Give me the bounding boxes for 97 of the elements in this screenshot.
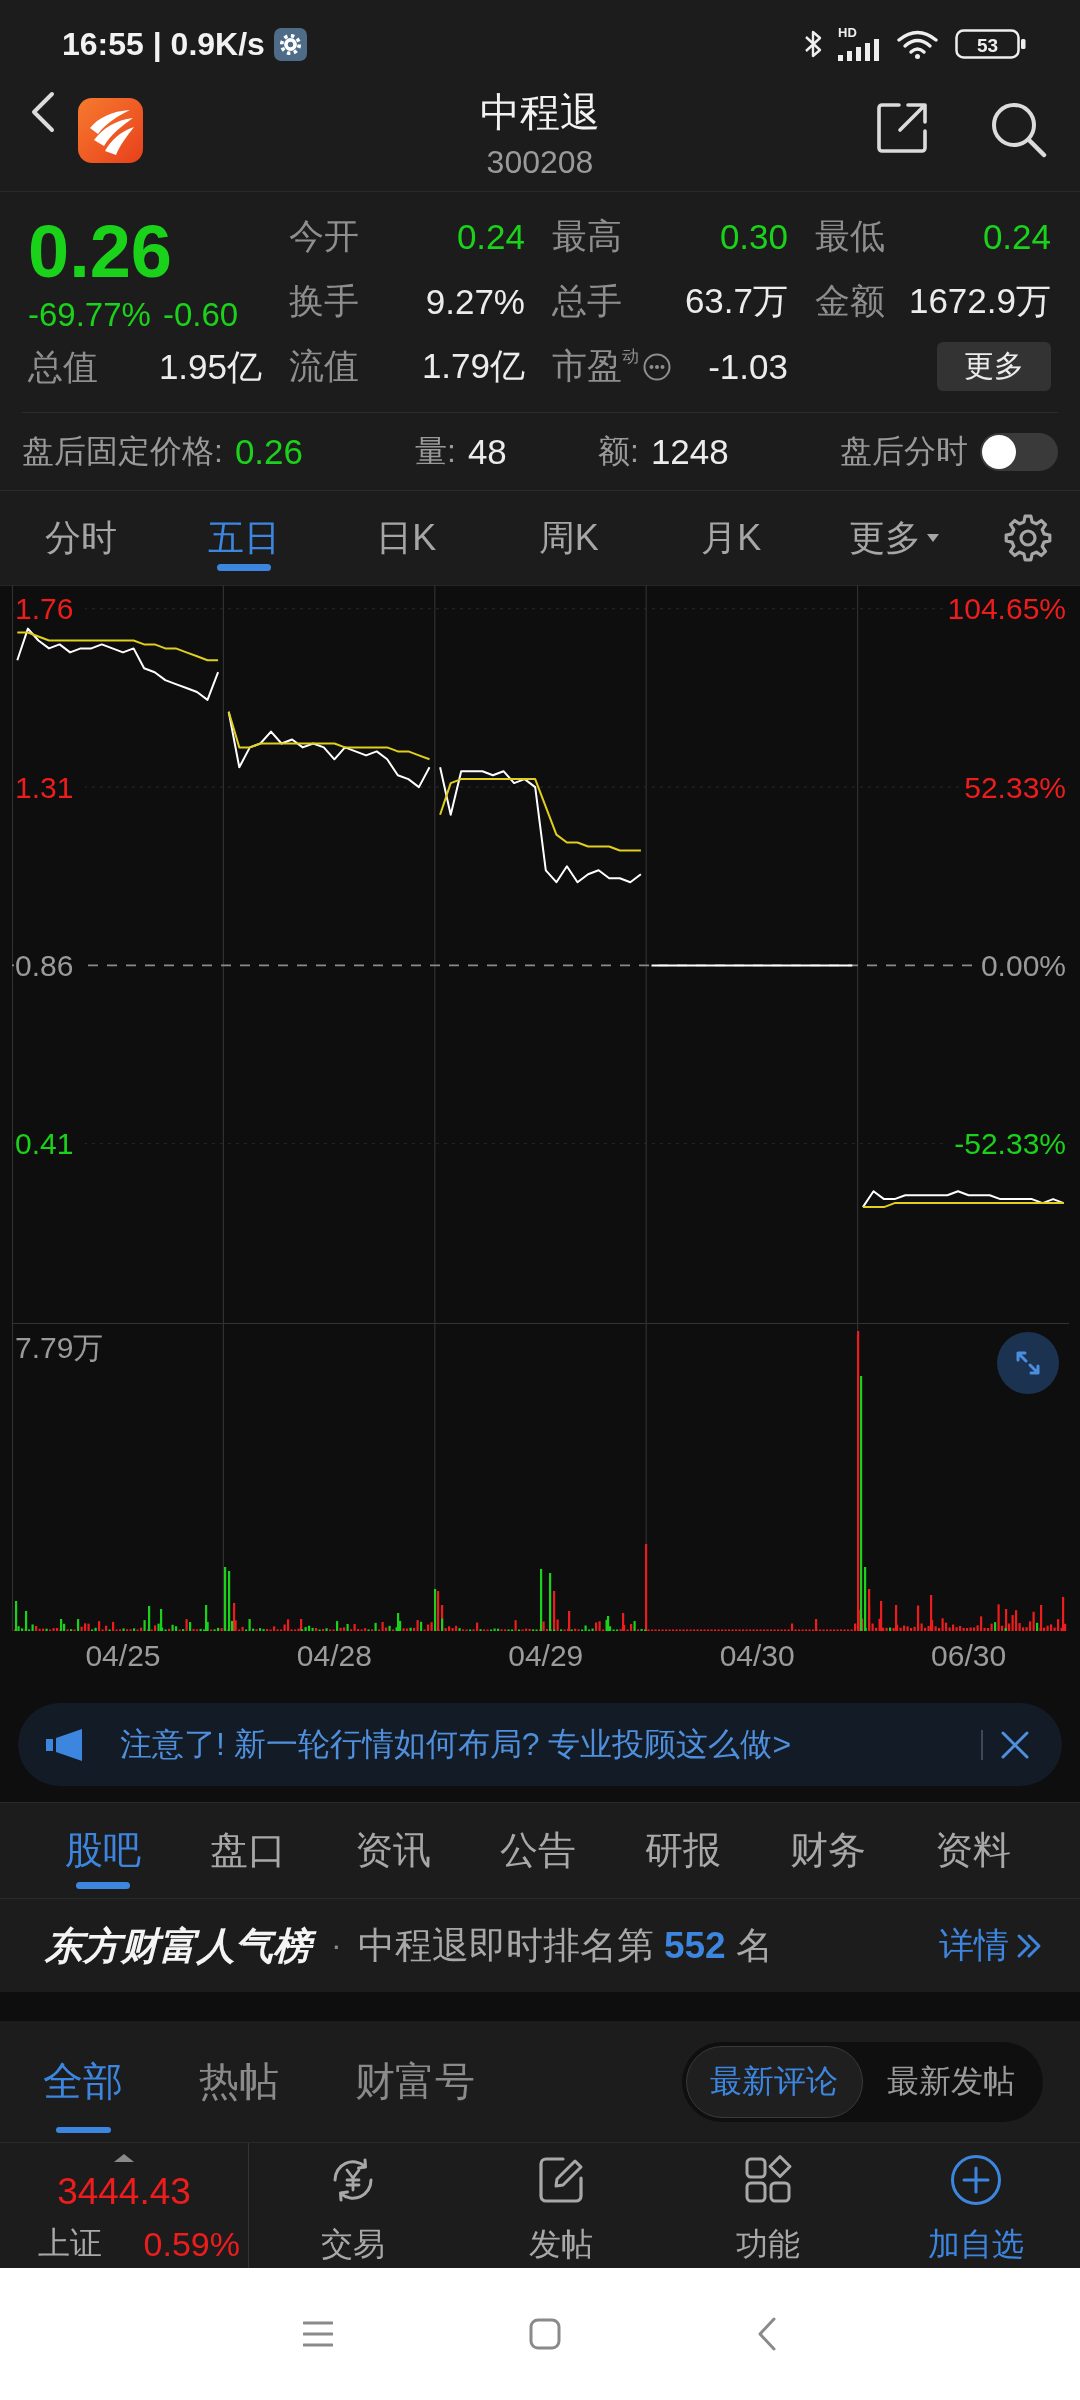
y-axis-tick-label: 1.31 <box>15 770 74 804</box>
stat-label: 最低 <box>815 215 885 257</box>
bluetooth-icon <box>804 29 822 59</box>
sort-option[interactable]: 最新评论 <box>686 2045 863 2118</box>
stat-value: -1.03 <box>708 346 788 387</box>
stat-label: 今开 <box>289 215 359 257</box>
wifi-icon <box>896 29 939 59</box>
percent-label: 104.65% <box>947 592 1066 626</box>
separator-dot: · <box>331 1927 342 1964</box>
timeframe-tab[interactable]: 月K <box>697 491 766 585</box>
add-watchlist-button[interactable]: 加自选 <box>922 2143 1031 2268</box>
post-tab[interactable]: 热帖 <box>199 2021 279 2142</box>
stock-name: 中程退 <box>480 89 600 136</box>
percent-label: 52.33% <box>964 770 1066 804</box>
y-axis-tick-label: 0.86 <box>15 948 74 982</box>
change-percent: -69.77% <box>28 296 151 334</box>
date-label: 04/25 <box>85 1638 161 1672</box>
date-label: 04/30 <box>719 1638 795 1672</box>
percent-label: 0.00% <box>980 948 1066 982</box>
trade-button[interactable]: 交易 <box>314 2143 391 2268</box>
home-icon[interactable] <box>529 2318 561 2350</box>
timeframe-tab[interactable]: 日K <box>372 491 441 585</box>
after-hours-price-label: 盘后固定价格: <box>22 431 223 471</box>
battery-icon <box>955 29 1026 59</box>
section-tab[interactable]: 股吧 <box>60 1803 145 1898</box>
stat-value: 1672.9万 <box>908 280 1051 322</box>
stat-value: 0.30 <box>719 216 788 257</box>
section-tab[interactable]: 资讯 <box>350 1803 435 1898</box>
stat-label: 流值 <box>289 345 359 387</box>
section-tab[interactable]: 财务 <box>785 1803 870 1898</box>
signal-icon <box>838 39 880 61</box>
section-tab[interactable]: 公告 <box>495 1803 580 1898</box>
timeframe-tab[interactable]: 分时 <box>41 491 122 585</box>
y-axis-tick-label: 1.76 <box>15 592 74 626</box>
timeframe-tab[interactable]: 五日 <box>203 491 284 585</box>
stat-value: 63.7万 <box>684 280 788 322</box>
after-hours-amount: 1248 <box>650 431 729 472</box>
section-tab[interactable]: 资料 <box>930 1803 1015 1898</box>
stat-value: 9.27% <box>425 281 525 322</box>
network-type-label: HD <box>838 27 857 39</box>
section-tab[interactable]: 盘口 <box>205 1803 290 1898</box>
double-chevron-icon <box>1015 1932 1043 1959</box>
after-hours-volume-label: 量: <box>415 431 456 471</box>
stat-value: 0.24 <box>982 216 1051 257</box>
stat-label: 最高 <box>552 215 622 257</box>
ranking-text: 中程退即时排名第 552 名 <box>357 1923 773 1968</box>
date-label: 06/30 <box>931 1638 1007 1672</box>
stat-label: 总值 <box>28 345 98 388</box>
date-label: 04/28 <box>296 1638 372 1672</box>
close-icon[interactable] <box>1000 1729 1030 1760</box>
menu-icon[interactable] <box>303 2320 333 2348</box>
search-icon[interactable] <box>989 100 1047 158</box>
app-logo-icon <box>78 98 143 163</box>
gear-icon <box>273 27 307 61</box>
volume-max-label: 7.79万 <box>15 1330 104 1364</box>
caret-icon <box>926 534 939 542</box>
plus-circle-icon <box>950 2154 1003 2206</box>
stat-label: 总手 <box>552 280 622 322</box>
notice-link[interactable]: 注意了! 新一轮行情如何布局? 专业投顾这么做> <box>120 1722 981 1767</box>
sort-option[interactable]: 最新发帖 <box>862 2045 1039 2118</box>
settings-icon[interactable] <box>1002 513 1053 563</box>
share-icon[interactable] <box>875 101 929 155</box>
index-value[interactable]: 3444.43 <box>57 2162 191 2222</box>
timeframe-tab[interactable]: 更多 <box>844 491 943 585</box>
stat-label: 换手 <box>289 280 359 322</box>
timeframe-tab[interactable]: 周K <box>534 491 603 585</box>
status-time-speed: 16:55 | 0.9K/s <box>62 25 265 63</box>
battery-level: 53 <box>976 34 999 56</box>
stat-label: 市盈$^{动}$ <box>552 345 639 387</box>
ellipsis-icon[interactable] <box>643 352 671 381</box>
leaderboard-title: 东方财富人气榜 <box>43 1920 319 1971</box>
after-hours-price: 0.26 <box>234 431 303 472</box>
stat-label: 金额 <box>815 280 885 322</box>
after-hours-volume: 48 <box>467 431 507 472</box>
details-link[interactable]: 详情 <box>939 1922 1043 1969</box>
functions-button[interactable]: 功能 <box>730 2143 807 2268</box>
stock-code: 300208 <box>486 143 594 182</box>
section-tab[interactable]: 研报 <box>640 1803 725 1898</box>
expand-icon[interactable] <box>997 1332 1059 1394</box>
stat-value: 1.79亿 <box>421 345 525 387</box>
index-name: 上证 <box>38 2224 102 2263</box>
index-change: 0.59% <box>143 2224 240 2264</box>
caret-icon <box>114 2154 134 2162</box>
last-price: 0.26 <box>28 212 173 292</box>
y-axis-tick-label: 0.41 <box>15 1127 74 1161</box>
post-button[interactable]: 发帖 <box>522 2143 599 2268</box>
post-tab[interactable]: 全部 <box>43 2021 123 2142</box>
after-hours-amount-label: 额: <box>598 431 639 471</box>
stat-value: 1.95亿 <box>158 345 262 388</box>
post-tab[interactable]: 财富号 <box>355 2021 475 2142</box>
change-amount: -0.60 <box>162 296 239 334</box>
date-label: 04/29 <box>508 1638 584 1672</box>
percent-label: -52.33% <box>954 1127 1066 1161</box>
after-hours-chart-label: 盘后分时 <box>840 431 968 471</box>
more-button[interactable]: 更多 <box>937 342 1051 391</box>
stat-value: 0.24 <box>456 216 525 257</box>
after-hours-toggle[interactable] <box>980 432 1058 471</box>
